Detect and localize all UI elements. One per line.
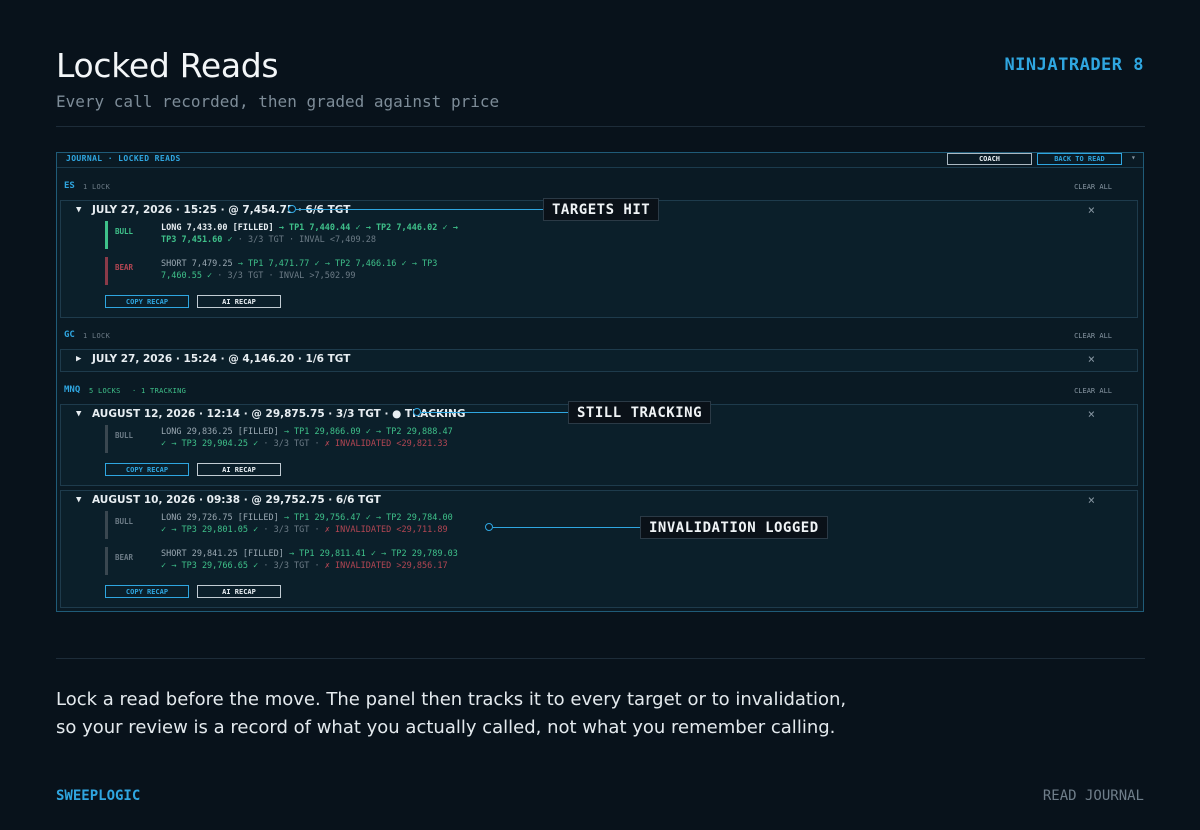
card-title: AUGUST 10, 2026 · 09:38 · @ 29,752.75 · …: [92, 494, 381, 506]
symbol-name: ES: [64, 181, 75, 191]
bear-bar: [105, 547, 108, 575]
read-line: SHORT 29,841.25 [FILLED] → TP1 29,811.41…: [161, 549, 458, 559]
symbol-header-gc: GC 1 LOCK CLEAR ALL: [64, 330, 1136, 344]
symbol-header-es: ES 1 LOCK CLEAR ALL: [64, 181, 1136, 195]
read-card-gc[interactable]: ▶ JULY 27, 2026 · 15:24 · @ 4,146.20 · 1…: [60, 349, 1138, 372]
symbol-name: GC: [64, 330, 75, 340]
bear-tag: BEAR: [115, 263, 134, 272]
read-line: LONG 29,836.25 [FILLED] → TP1 29,866.09 …: [161, 427, 453, 437]
bull-bar: [105, 511, 108, 539]
read-line: SHORT 7,479.25 → TP1 7,471.77 ✓ → TP2 7,…: [161, 259, 438, 269]
description-line: Lock a read before the move. The panel t…: [56, 689, 847, 710]
bull-read: BULL LONG 29,836.25 [FILLED] → TP1 29,86…: [105, 425, 505, 453]
bull-bar: [105, 425, 108, 453]
card-title: JULY 27, 2026 · 15:24 · @ 4,146.20 · 1/6…: [92, 353, 351, 365]
card-header[interactable]: ▼ AUGUST 10, 2026 · 09:38 · @ 29,752.75 …: [61, 491, 1137, 509]
callout-anchor: [413, 408, 421, 416]
close-icon[interactable]: ×: [1088, 407, 1095, 421]
bull-tag: BULL: [115, 227, 134, 236]
ai-recap-button[interactable]: AI RECAP: [197, 463, 281, 476]
journal-screenshot: JOURNAL · LOCKED READS COACH BACK TO REA…: [56, 152, 1144, 612]
callout-line: [296, 209, 544, 210]
read-line: TP3 7,451.60 ✓ · 3/3 TGT · INVAL <7,409.…: [161, 235, 376, 245]
lock-count: 1 LOCK: [83, 183, 111, 191]
symbol-header-mnq: MNQ 5 LOCKS · 1 TRACKING CLEAR ALL: [64, 385, 1136, 399]
caret-right-icon[interactable]: ▶: [76, 354, 81, 364]
read-line: ✓ → TP3 29,801.05 ✓ · 3/3 TGT · ✗ INVALI…: [161, 525, 448, 535]
section-divider: [56, 658, 1145, 659]
chevron-down-icon[interactable]: ▾: [1131, 153, 1136, 162]
bear-read: BEAR SHORT 29,841.25 [FILLED] → TP1 29,8…: [105, 547, 505, 575]
callout-line: [493, 527, 641, 528]
lock-count: 1 LOCK: [83, 332, 111, 340]
callout-targets-hit: TARGETS HIT: [543, 198, 660, 221]
read-line: ✓ → TP3 29,766.65 ✓ · 3/3 TGT · ✗ INVALI…: [161, 561, 448, 571]
bull-tag: BULL: [115, 431, 134, 440]
clear-all-button[interactable]: CLEAR ALL: [1074, 387, 1112, 395]
caret-down-icon[interactable]: ▼: [76, 409, 81, 419]
callout-anchor: [485, 523, 493, 531]
platform-badge: NINJATRADER 8: [1004, 55, 1144, 75]
footer-brand[interactable]: SWEEPLOGIC: [56, 788, 140, 804]
card-header[interactable]: ▶ JULY 27, 2026 · 15:24 · @ 4,146.20 · 1…: [61, 350, 1137, 368]
description: Lock a read before the move. The panel t…: [56, 686, 896, 742]
callout-invalidation-logged: INVALIDATION LOGGED: [640, 516, 828, 539]
bull-tag: BULL: [115, 517, 134, 526]
copy-recap-button[interactable]: COPY RECAP: [105, 585, 189, 598]
description-line: so your review is a record of what you a…: [56, 717, 836, 738]
callout-still-tracking: STILL TRACKING: [568, 401, 712, 424]
bear-tag: BEAR: [115, 553, 134, 562]
breadcrumb: JOURNAL · LOCKED READS: [66, 154, 181, 163]
symbol-name: MNQ: [64, 385, 81, 395]
read-line: 7,460.55 ✓ · 3/3 TGT · INVAL >7,502.99: [161, 271, 356, 281]
read-line: LONG 7,433.00 [FILLED] → TP1 7,440.44 ✓ …: [161, 223, 458, 233]
clear-all-button[interactable]: CLEAR ALL: [1074, 332, 1112, 340]
read-line: ✓ → TP3 29,904.25 ✓ · 3/3 TGT · ✗ INVALI…: [161, 439, 448, 449]
lock-count: 5 LOCKS: [89, 387, 121, 395]
callout-anchor: [288, 205, 296, 213]
bear-bar: [105, 257, 108, 285]
page-subtitle: Every call recorded, then graded against…: [56, 92, 500, 111]
copy-recap-button[interactable]: COPY RECAP: [105, 463, 189, 476]
clear-all-button[interactable]: CLEAR ALL: [1074, 183, 1112, 191]
header-divider: [56, 126, 1145, 127]
copy-recap-button[interactable]: COPY RECAP: [105, 295, 189, 308]
tracking-count: · 1 TRACKING: [132, 387, 187, 395]
close-icon[interactable]: ×: [1088, 203, 1095, 217]
page-title: Locked Reads: [56, 46, 279, 85]
bull-read: BULL LONG 7,433.00 [FILLED] → TP1 7,440.…: [105, 221, 505, 249]
bull-read: BULL LONG 29,726.75 [FILLED] → TP1 29,75…: [105, 511, 505, 539]
ai-recap-button[interactable]: AI RECAP: [197, 295, 281, 308]
bull-bar: [105, 221, 108, 249]
read-line: LONG 29,726.75 [FILLED] → TP1 29,756.47 …: [161, 513, 453, 523]
back-to-read-button[interactable]: BACK TO READ: [1037, 153, 1122, 165]
bear-read: BEAR SHORT 7,479.25 → TP1 7,471.77 ✓ → T…: [105, 257, 505, 285]
card-title: JULY 27, 2026 · 15:25 · @ 7,454.75 · 6/6…: [92, 204, 351, 216]
caret-down-icon[interactable]: ▼: [76, 495, 81, 505]
card-title: AUGUST 12, 2026 · 12:14 · @ 29,875.75 · …: [92, 408, 466, 420]
ai-recap-button[interactable]: AI RECAP: [197, 585, 281, 598]
coach-button[interactable]: COACH: [947, 153, 1032, 165]
close-icon[interactable]: ×: [1088, 493, 1095, 507]
callout-line: [421, 412, 569, 413]
close-icon[interactable]: ×: [1088, 352, 1095, 366]
caret-down-icon[interactable]: ▼: [76, 205, 81, 215]
read-journal-link[interactable]: READ JOURNAL: [1043, 788, 1144, 804]
toolbar-divider: [57, 167, 1143, 168]
read-card-mnq-2: ▼ AUGUST 10, 2026 · 09:38 · @ 29,752.75 …: [60, 490, 1138, 608]
